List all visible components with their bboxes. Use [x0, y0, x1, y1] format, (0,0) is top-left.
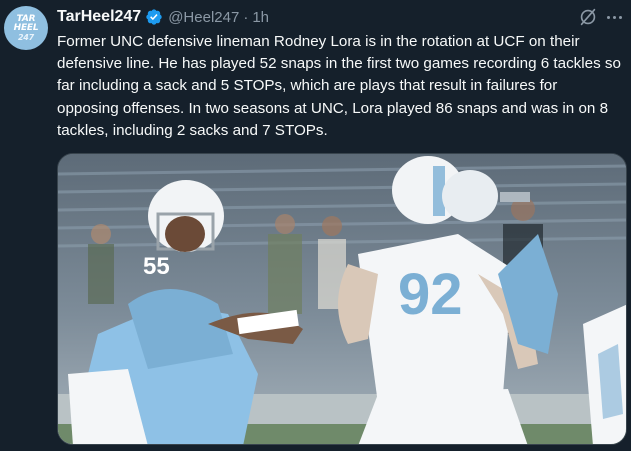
separator-dot: · [243, 8, 249, 26]
avatar-text-line-3: 247 [17, 32, 35, 42]
football-photo: 55 92 [58, 154, 626, 444]
tweet-card[interactable]: TAR HEEL 247 TarHeel247 @Heel247 · 1h Fo… [0, 0, 631, 451]
more-icon[interactable] [604, 8, 624, 26]
tweet-text: Former UNC defensive lineman Rodney Lora… [57, 33, 621, 139]
avatar[interactable]: TAR HEEL 247 [4, 6, 48, 50]
jersey-number-left: 55 [143, 253, 170, 280]
timestamp[interactable]: 1h [252, 9, 269, 26]
grok-icon[interactable] [577, 6, 599, 28]
author-name[interactable]: TarHeel247 [57, 8, 141, 26]
author-handle[interactable]: @Heel247 [168, 9, 239, 26]
tweet-photo[interactable]: 55 92 [57, 153, 627, 445]
avatar-text-line-2: HEEL [13, 22, 39, 33]
tweet-header: TarHeel247 @Heel247 · 1h [57, 6, 269, 28]
jersey-number-right: 92 [398, 262, 463, 327]
verified-badge-icon[interactable] [145, 8, 163, 26]
